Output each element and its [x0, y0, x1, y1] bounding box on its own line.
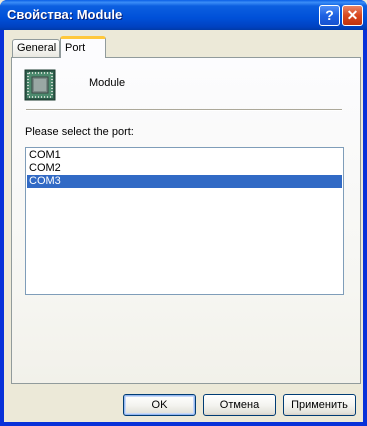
properties-dialog: Свойства: Module ? ✕ General Port Module…: [0, 0, 367, 426]
cancel-button[interactable]: Отмена: [203, 394, 276, 416]
help-button[interactable]: ?: [319, 5, 340, 26]
list-item-com3[interactable]: COM3: [27, 175, 342, 188]
apply-button[interactable]: Применить: [283, 394, 356, 416]
port-listbox[interactable]: COM1 COM2 COM3: [25, 147, 344, 295]
window-frame-bottom: [0, 422, 367, 426]
port-tab-panel: Module Please select the port: COM1 COM2…: [11, 57, 361, 384]
tab-port[interactable]: Port: [60, 36, 106, 58]
chip-icon: [24, 69, 56, 101]
list-item-com2[interactable]: COM2: [27, 162, 342, 175]
dialog-body: General Port Module Please select the po…: [4, 30, 363, 422]
title-bar[interactable]: Свойства: Module ? ✕: [0, 0, 367, 30]
tab-general[interactable]: General: [12, 39, 60, 57]
divider: [26, 109, 342, 111]
device-name: Module: [89, 77, 126, 89]
close-button[interactable]: ✕: [342, 5, 363, 26]
list-item-com1[interactable]: COM1: [27, 149, 342, 162]
port-prompt-label: Please select the port:: [25, 126, 134, 138]
window-title: Свойства: Module: [7, 7, 123, 22]
ok-button[interactable]: OK: [123, 394, 196, 416]
